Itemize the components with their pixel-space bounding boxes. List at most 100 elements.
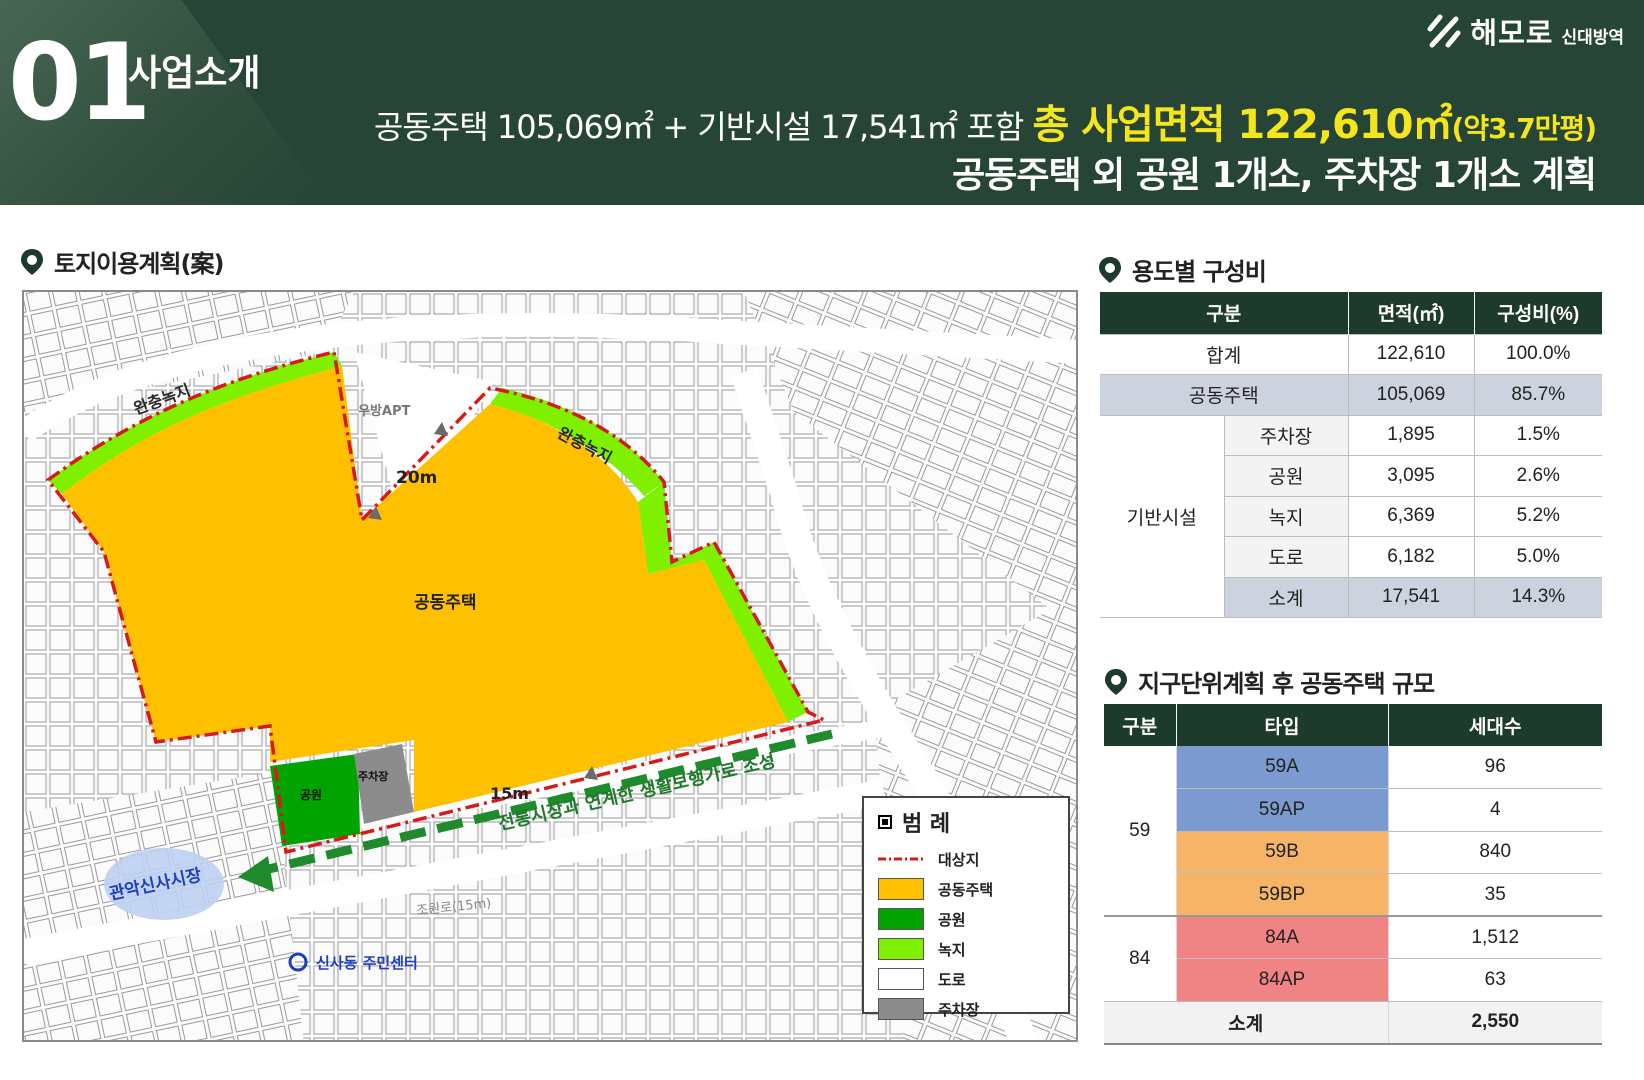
headline-total-area: 총 사업면적 122,610㎡ <box>1032 102 1452 148</box>
cell-units: 63 <box>1388 958 1602 1002</box>
usage-section-header: 용도별 구성비 <box>1098 252 1267 287</box>
brand-name: 해모로 <box>1470 16 1554 50</box>
cell-type: 59B <box>1176 831 1389 874</box>
col-header: 구분 <box>1100 292 1349 334</box>
cell-ratio: 100.0% <box>1474 333 1602 375</box>
table-row: 59B 840 <box>1104 831 1602 874</box>
cell-units: 4 <box>1388 788 1602 832</box>
map-legend: 범 례 대상지 공동주택 공원 녹지 도로 주차장 <box>862 796 1070 1020</box>
table-row: 기반시설 주차장 1,895 1.5% <box>1100 414 1602 618</box>
group-label: 84 <box>1104 916 1177 1002</box>
col-header: 구성비(%) <box>1474 292 1602 334</box>
row-label: 녹지 <box>1224 495 1349 537</box>
cell-ratio: 5.0% <box>1474 536 1602 578</box>
headline-total-pyeong: (약3.7만평) <box>1451 112 1597 145</box>
cell-ratio: 2.6% <box>1474 455 1602 497</box>
legend-label: 공원 <box>938 910 966 929</box>
cell-type: 84A <box>1176 916 1389 959</box>
legend-swatch-boundary <box>878 848 924 870</box>
legend-label: 대상지 <box>938 850 980 869</box>
label-center: 신사동 주민센터 <box>316 954 418 972</box>
cell-units: 35 <box>1388 873 1602 917</box>
group-label: 59 <box>1104 746 1177 917</box>
cell-units: 840 <box>1388 831 1602 874</box>
usage-table: 구분 면적(㎡) 구성비(%) 합계 122,610 100.0% 공동주택 1… <box>1100 292 1602 618</box>
cell-type: 59A <box>1176 746 1389 789</box>
cell-area: 6,369 <box>1348 495 1475 537</box>
row-label: 소계 <box>1104 1001 1389 1045</box>
table-row: 84AP 63 <box>1104 958 1602 1002</box>
cell-area: 6,182 <box>1348 536 1475 578</box>
legend-title: 범 례 <box>878 806 1054 838</box>
legend-item: 도로 <box>878 964 1054 994</box>
label-apt: 우방APT <box>358 404 411 419</box>
cell-area: 3,095 <box>1348 455 1475 497</box>
section-title: 사업소개 <box>128 53 261 94</box>
headline-area: 공동주택 105,069㎡ + 기반시설 17,541㎡ 포함 총 사업면적 1… <box>373 92 1597 150</box>
legend-title-text: 범 례 <box>902 812 951 837</box>
brand-logo: 해모로 신대방역 <box>1426 10 1624 52</box>
legend-label: 도로 <box>938 970 966 989</box>
table-row: 59BP 35 <box>1104 873 1602 917</box>
label-road-15m: 15m <box>490 784 529 803</box>
cell-ratio: 5.2% <box>1474 495 1602 537</box>
cell-ratio: 85.7% <box>1474 374 1602 416</box>
cell-ratio: 1.5% <box>1474 414 1602 456</box>
legend-label: 녹지 <box>938 940 966 959</box>
pin-icon <box>1099 256 1121 283</box>
headline-prefix: 공동주택 105,069㎡ + 기반시설 17,541㎡ 포함 <box>373 108 1024 146</box>
col-header: 세대수 <box>1388 704 1602 746</box>
usage-section-title: 용도별 구성비 <box>1132 258 1267 286</box>
cell-area: 17,541 <box>1348 576 1475 618</box>
legend-item: 주차장 <box>878 994 1054 1024</box>
table-row: 합계 122,610 100.0% <box>1100 333 1602 375</box>
table-row: 84 84A 1,512 <box>1104 916 1602 1002</box>
cell-type: 59BP <box>1176 873 1389 917</box>
pin-icon <box>1105 668 1127 695</box>
scale-section-header: 지구단위계획 후 공동주택 규모 <box>1104 664 1435 699</box>
legend-item: 녹지 <box>878 934 1054 964</box>
row-label: 공동주택 <box>1100 374 1349 416</box>
header-band: 01 사업소개 해모로 신대방역 공동주택 105,069㎡ + 기반시설 17… <box>0 0 1644 205</box>
legend-swatch-road <box>878 968 924 990</box>
group-label: 기반시설 <box>1100 414 1225 618</box>
headline-plan: 공동주택 외 공원 1개소, 주차장 1개소 계획 <box>952 155 1597 196</box>
cell-units: 96 <box>1388 746 1602 789</box>
cell-area: 1,895 <box>1348 414 1475 456</box>
legend-item: 공동주택 <box>878 874 1054 904</box>
col-header: 면적(㎡) <box>1348 292 1475 334</box>
table-header-row: 구분 면적(㎡) 구성비(%) <box>1100 292 1602 334</box>
legend-label: 주차장 <box>938 1000 980 1019</box>
col-header: 타입 <box>1176 704 1389 746</box>
label-park: 공원 <box>300 788 323 802</box>
legend-label: 공동주택 <box>938 880 994 899</box>
table-row: 59AP 4 <box>1104 788 1602 832</box>
row-label: 합계 <box>1100 333 1349 375</box>
legend-swatch-housing <box>878 878 924 900</box>
legend-item: 공원 <box>878 904 1054 934</box>
legend-swatch-green <box>878 938 924 960</box>
cell-units: 2,550 <box>1388 1001 1602 1045</box>
legend-item: 대상지 <box>878 844 1054 874</box>
cell-area: 122,610 <box>1348 333 1475 375</box>
label-road-20m: 20m <box>396 468 438 488</box>
cell-area: 105,069 <box>1348 374 1475 416</box>
brand-mark-icon <box>1427 14 1461 48</box>
cell-units: 1,512 <box>1388 916 1602 959</box>
boundary-line-icon <box>878 857 924 861</box>
cell-type: 84AP <box>1176 958 1389 1002</box>
brand-sub: 신대방역 <box>1561 27 1624 48</box>
row-label: 주차장 <box>1224 414 1349 456</box>
col-header: 구분 <box>1104 704 1177 746</box>
legend-square-icon <box>878 815 892 829</box>
cell-ratio: 14.3% <box>1474 576 1602 618</box>
table-total-row: 소계 2,550 <box>1104 1001 1602 1045</box>
pin-icon <box>21 248 43 275</box>
label-parking: 주차장 <box>358 770 389 783</box>
scale-section-title: 지구단위계획 후 공동주택 규모 <box>1138 670 1435 698</box>
map-section-title: 토지이용계획(案) <box>54 250 224 278</box>
row-label: 도로 <box>1224 536 1349 578</box>
table-header-row: 구분 타입 세대수 <box>1104 704 1602 746</box>
label-housing: 공동주택 <box>414 593 477 613</box>
table-row: 공동주택 105,069 85.7% <box>1100 374 1602 416</box>
